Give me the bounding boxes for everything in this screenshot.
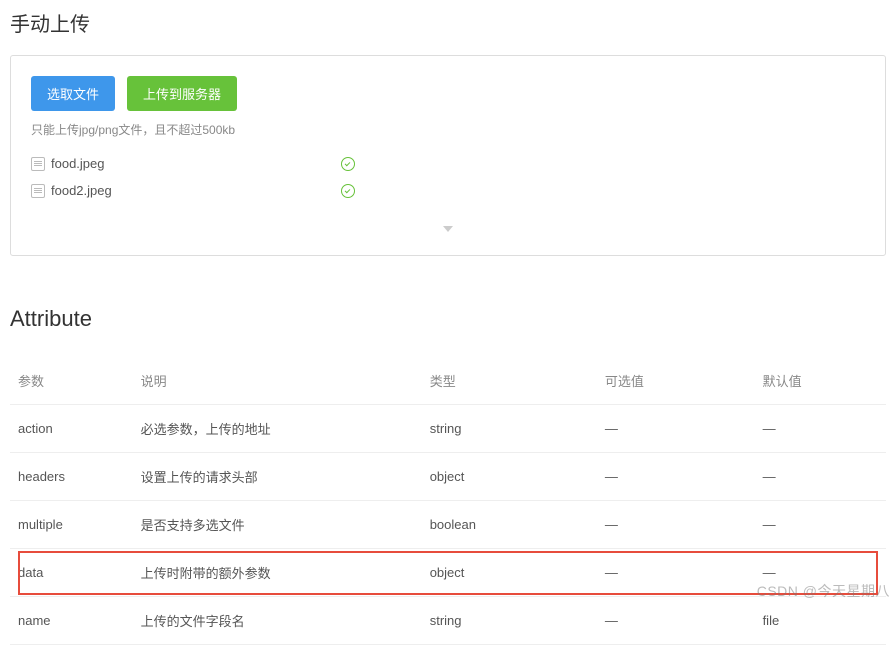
button-row: 选取文件 上传到服务器 bbox=[31, 76, 865, 111]
table-row: name上传的文件字段名string—file bbox=[10, 597, 886, 645]
cell-param: data bbox=[10, 549, 133, 597]
success-icon bbox=[341, 157, 355, 171]
cell-options: — bbox=[597, 549, 755, 597]
cell-options: — bbox=[597, 405, 755, 453]
cell-desc: 上传的文件字段名 bbox=[133, 597, 422, 645]
table-header-row: 参数 说明 类型 可选值 默认值 bbox=[10, 357, 886, 405]
col-default: 默认值 bbox=[755, 357, 886, 405]
cell-type: object bbox=[422, 549, 597, 597]
file-name: food2.jpeg bbox=[51, 183, 341, 198]
file-name: food.jpeg bbox=[51, 156, 341, 171]
upload-hint: 只能上传jpg/png文件，且不超过500kb bbox=[31, 121, 865, 138]
cell-default: — bbox=[755, 453, 886, 501]
cell-type: string bbox=[422, 405, 597, 453]
cell-options: — bbox=[597, 597, 755, 645]
cell-default: — bbox=[755, 501, 886, 549]
cell-type: boolean bbox=[422, 501, 597, 549]
cell-default: — bbox=[755, 405, 886, 453]
upload-panel: 选取文件 上传到服务器 只能上传jpg/png文件，且不超过500kb food… bbox=[10, 55, 886, 256]
cell-desc: 必选参数，上传的地址 bbox=[133, 405, 422, 453]
cell-param: headers bbox=[10, 453, 133, 501]
attribute-table: 参数 说明 类型 可选值 默认值 action必选参数，上传的地址string—… bbox=[10, 357, 886, 645]
col-desc: 说明 bbox=[133, 357, 422, 405]
cell-param: action bbox=[10, 405, 133, 453]
watermark: CSDN @今天星期八 bbox=[757, 581, 890, 601]
col-type: 类型 bbox=[422, 357, 597, 405]
cell-desc: 是否支持多选文件 bbox=[133, 501, 422, 549]
col-options: 可选值 bbox=[597, 357, 755, 405]
success-icon bbox=[341, 184, 355, 198]
select-file-button[interactable]: 选取文件 bbox=[31, 76, 115, 111]
table-row: action必选参数，上传的地址string—— bbox=[10, 405, 886, 453]
expand-toggle[interactable] bbox=[31, 224, 865, 235]
cell-desc: 上传时附带的额外参数 bbox=[133, 549, 422, 597]
file-icon bbox=[31, 184, 45, 198]
table-row: headers设置上传的请求头部object—— bbox=[10, 453, 886, 501]
page-title: 手动上传 bbox=[0, 0, 896, 45]
cell-param: multiple bbox=[10, 501, 133, 549]
file-item[interactable]: food.jpeg bbox=[31, 150, 865, 177]
file-item[interactable]: food2.jpeg bbox=[31, 177, 865, 204]
chevron-down-icon bbox=[443, 226, 453, 232]
cell-type: string bbox=[422, 597, 597, 645]
upload-server-button[interactable]: 上传到服务器 bbox=[127, 76, 237, 111]
cell-param: name bbox=[10, 597, 133, 645]
col-param: 参数 bbox=[10, 357, 133, 405]
cell-options: — bbox=[597, 453, 755, 501]
cell-desc: 设置上传的请求头部 bbox=[133, 453, 422, 501]
table-row: data上传时附带的额外参数object—— bbox=[10, 549, 886, 597]
cell-options: — bbox=[597, 501, 755, 549]
table-row: multiple是否支持多选文件boolean—— bbox=[10, 501, 886, 549]
cell-type: object bbox=[422, 453, 597, 501]
file-list: food.jpeg food2.jpeg bbox=[31, 150, 865, 204]
file-icon bbox=[31, 157, 45, 171]
cell-default: file bbox=[755, 597, 886, 645]
attribute-title: Attribute bbox=[10, 306, 886, 332]
